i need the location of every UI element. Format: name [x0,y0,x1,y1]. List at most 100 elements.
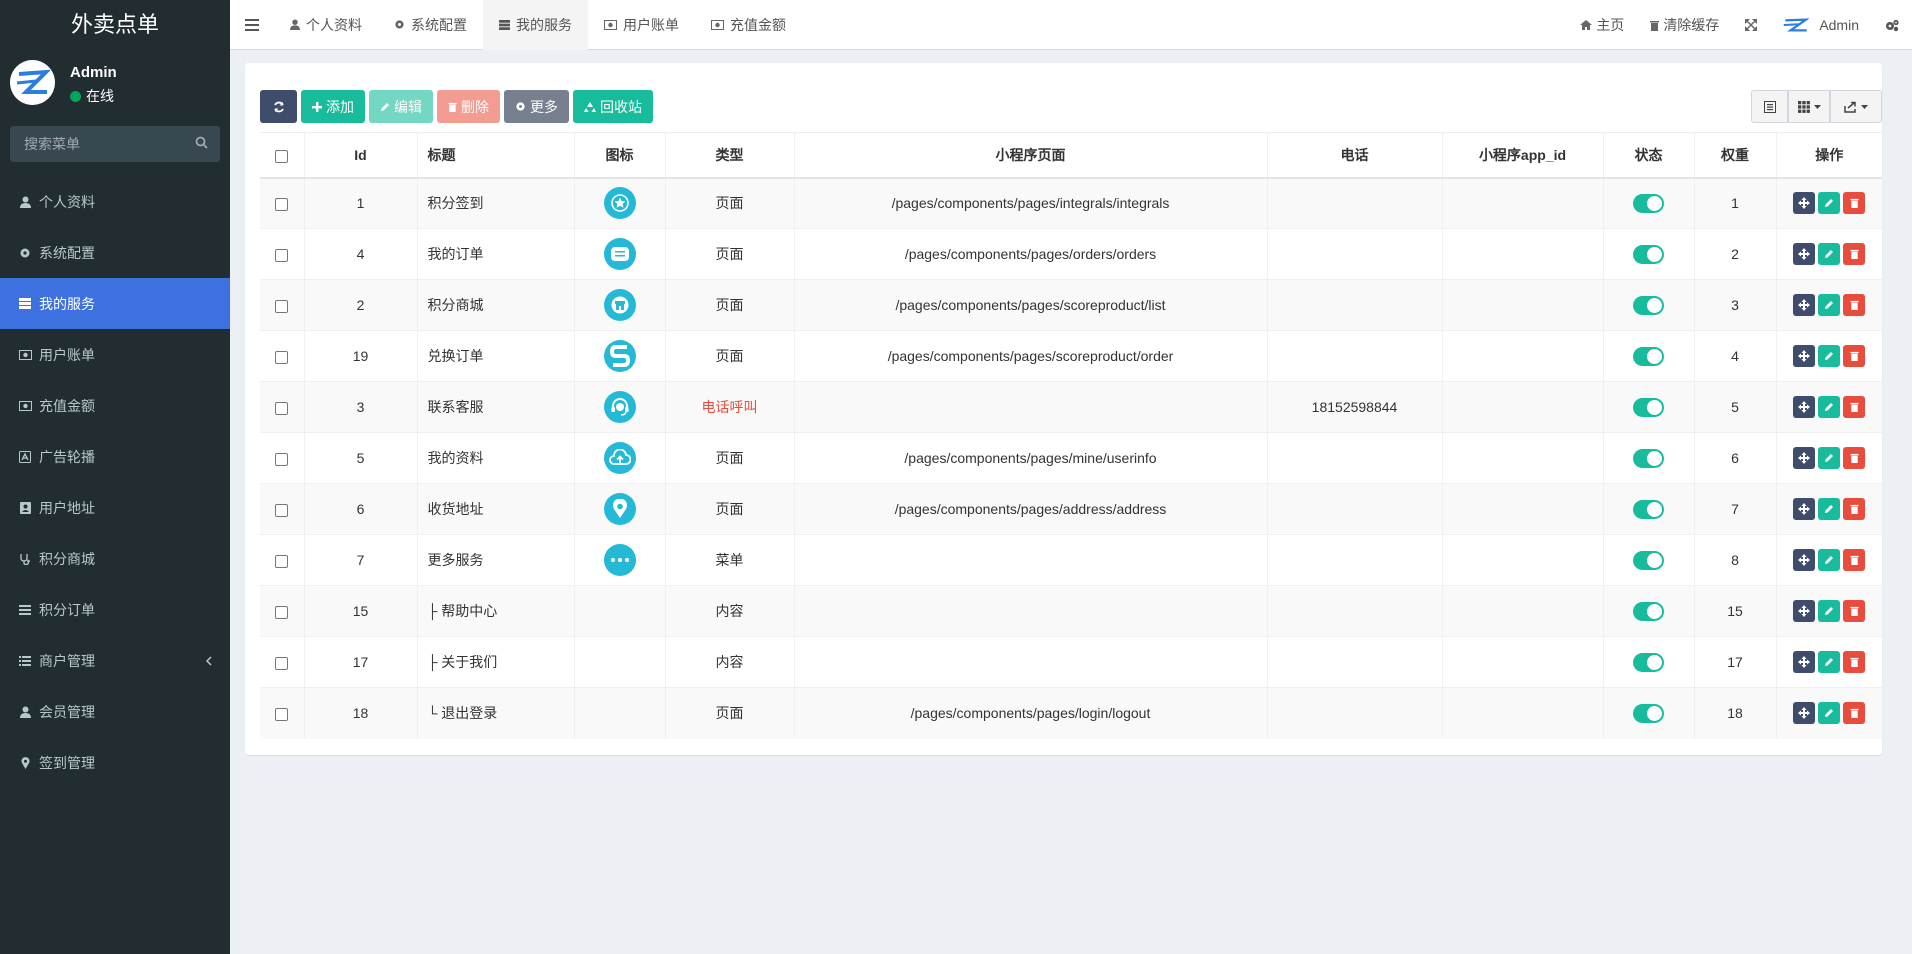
drag-sort-button[interactable] [1793,498,1816,520]
columns-toggle-button[interactable] [1788,90,1830,123]
settings-button[interactable] [1872,0,1912,50]
add-button[interactable]: 添加 [301,90,365,123]
column-header-weight[interactable]: 权重 [1693,132,1776,179]
sidebar-item-recharge[interactable]: 充值金额 [0,380,230,431]
drag-sort-button[interactable] [1793,243,1816,265]
row-checkbox[interactable] [275,605,289,619]
row-delete-button[interactable] [1843,651,1866,673]
row-edit-button[interactable] [1818,396,1841,418]
status-toggle[interactable] [1633,346,1664,366]
tab-recharge[interactable]: 充值金额 [695,0,802,50]
row-checkbox[interactable] [275,708,289,722]
column-header-type[interactable]: 类型 [664,132,794,179]
row-delete-button[interactable] [1843,498,1866,520]
row-delete-button[interactable] [1843,243,1866,265]
status-toggle[interactable] [1633,652,1664,672]
drag-sort-button[interactable] [1793,294,1816,316]
row-delete-button[interactable] [1843,396,1866,418]
column-header-icon[interactable]: 图标 [573,132,665,179]
sidebar-item-member-management[interactable]: 会员管理 [0,686,230,737]
row-edit-button[interactable] [1818,447,1841,469]
column-header-app-id[interactable]: 小程序app_id [1441,132,1603,179]
status-toggle[interactable] [1633,448,1664,468]
drag-sort-button[interactable] [1793,702,1816,725]
row-checkbox[interactable] [275,198,289,212]
row-edit-button[interactable] [1818,651,1841,673]
brand-logo-text[interactable]: 外卖点单 [0,0,230,50]
recycle-bin-button[interactable]: 回收站 [573,90,653,123]
table-row[interactable]: 6 收货地址 页面/pages/components/pages/address/a… [260,483,1882,535]
row-checkbox[interactable] [275,401,289,415]
row-checkbox[interactable] [275,350,289,364]
sidebar-toggle-button[interactable] [230,0,274,50]
table-row[interactable]: 15 ├ 帮助中心 内容 15 [260,585,1882,637]
table-row[interactable]: 7 更多服务 菜单 8 [260,534,1882,586]
row-delete-button[interactable] [1843,294,1866,316]
sidebar-item-checkin-management[interactable]: 签到管理 [0,737,230,788]
drag-sort-button[interactable] [1793,651,1816,673]
sidebar-item-ad-carousel[interactable]: 广告轮播 [0,431,230,482]
status-toggle[interactable] [1633,295,1664,315]
home-link[interactable]: 主页 [1567,0,1637,50]
tab-user-bills[interactable]: 用户账单 [588,0,695,50]
row-checkbox[interactable] [275,503,289,517]
tab-my-services[interactable]: 我的服务 [483,0,588,50]
table-row[interactable]: 2 积分商城 页面/pages/components/pages/scoreprod… [260,279,1882,331]
refresh-button[interactable] [260,90,297,123]
select-all-checkbox[interactable] [275,149,289,163]
row-delete-button[interactable] [1843,192,1866,215]
row-checkbox[interactable] [275,452,289,466]
row-edit-button[interactable] [1818,243,1841,265]
row-delete-button[interactable] [1843,702,1866,725]
drag-sort-button[interactable] [1793,192,1816,215]
sidebar-item-system-config[interactable]: 系统配置 [0,227,230,278]
row-checkbox[interactable] [275,299,289,313]
row-checkbox[interactable] [275,656,289,670]
drag-sort-button[interactable] [1793,345,1816,367]
status-toggle[interactable] [1633,703,1664,723]
table-row[interactable]: 4 我的订单 页面/pages/components/pages/orders/or… [260,228,1882,280]
row-edit-button[interactable] [1818,702,1841,725]
sidebar-item-merchant-management[interactable]: 商户管理 [0,635,230,686]
clear-cache-button[interactable]: 清除缓存 [1637,0,1732,50]
card-view-button[interactable] [1751,90,1788,123]
drag-sort-button[interactable] [1793,447,1816,469]
search-input[interactable] [10,126,190,162]
row-delete-button[interactable] [1843,447,1866,469]
row-checkbox[interactable] [275,248,289,262]
row-delete-button[interactable] [1843,345,1866,367]
row-edit-button[interactable] [1818,549,1841,571]
sidebar-item-my-services[interactable]: 我的服务 [0,278,230,329]
row-delete-button[interactable] [1843,549,1866,571]
table-row[interactable]: 5 我的资料 页面/pages/components/pages/mine/user… [260,432,1882,484]
column-header-status[interactable]: 状态 [1602,132,1694,179]
row-checkbox[interactable] [275,554,289,568]
delete-button[interactable]: 删除 [437,90,500,123]
status-toggle[interactable] [1633,397,1664,417]
table-row[interactable]: 18 └ 退出登录 页面/pages/components/pages/login/… [260,687,1882,739]
sidebar-item-user-bills[interactable]: 用户账单 [0,329,230,380]
column-header-id[interactable]: Id [303,132,417,179]
status-toggle[interactable] [1633,601,1664,621]
drag-sort-button[interactable] [1793,600,1816,622]
table-row[interactable]: 19 兑换订单 页面/pages/components/pages/scorepro… [260,330,1882,382]
column-header-phone[interactable]: 电话 [1266,132,1442,179]
row-edit-button[interactable] [1818,600,1841,622]
row-delete-button[interactable] [1843,600,1866,622]
export-button[interactable] [1830,90,1882,123]
table-row[interactable]: 1 积分签到 页面/pages/components/pages/integrals… [260,177,1882,229]
tab-system-config[interactable]: 系统配置 [378,0,483,50]
drag-sort-button[interactable] [1793,549,1816,571]
table-row[interactable]: 17 ├ 关于我们 内容 17 [260,636,1882,688]
status-toggle[interactable] [1633,244,1664,264]
row-edit-button[interactable] [1818,294,1841,316]
more-button[interactable]: 更多 [504,90,569,123]
edit-button[interactable]: 编辑 [369,90,433,123]
column-header-title[interactable]: 标题 [416,132,574,179]
fullscreen-button[interactable] [1732,0,1770,50]
row-edit-button[interactable] [1818,498,1841,520]
drag-sort-button[interactable] [1793,396,1816,418]
row-edit-button[interactable] [1818,192,1841,215]
table-row[interactable]: 3 联系客服 电话呼叫 18152598844 5 [260,381,1882,433]
status-toggle[interactable] [1633,499,1664,519]
